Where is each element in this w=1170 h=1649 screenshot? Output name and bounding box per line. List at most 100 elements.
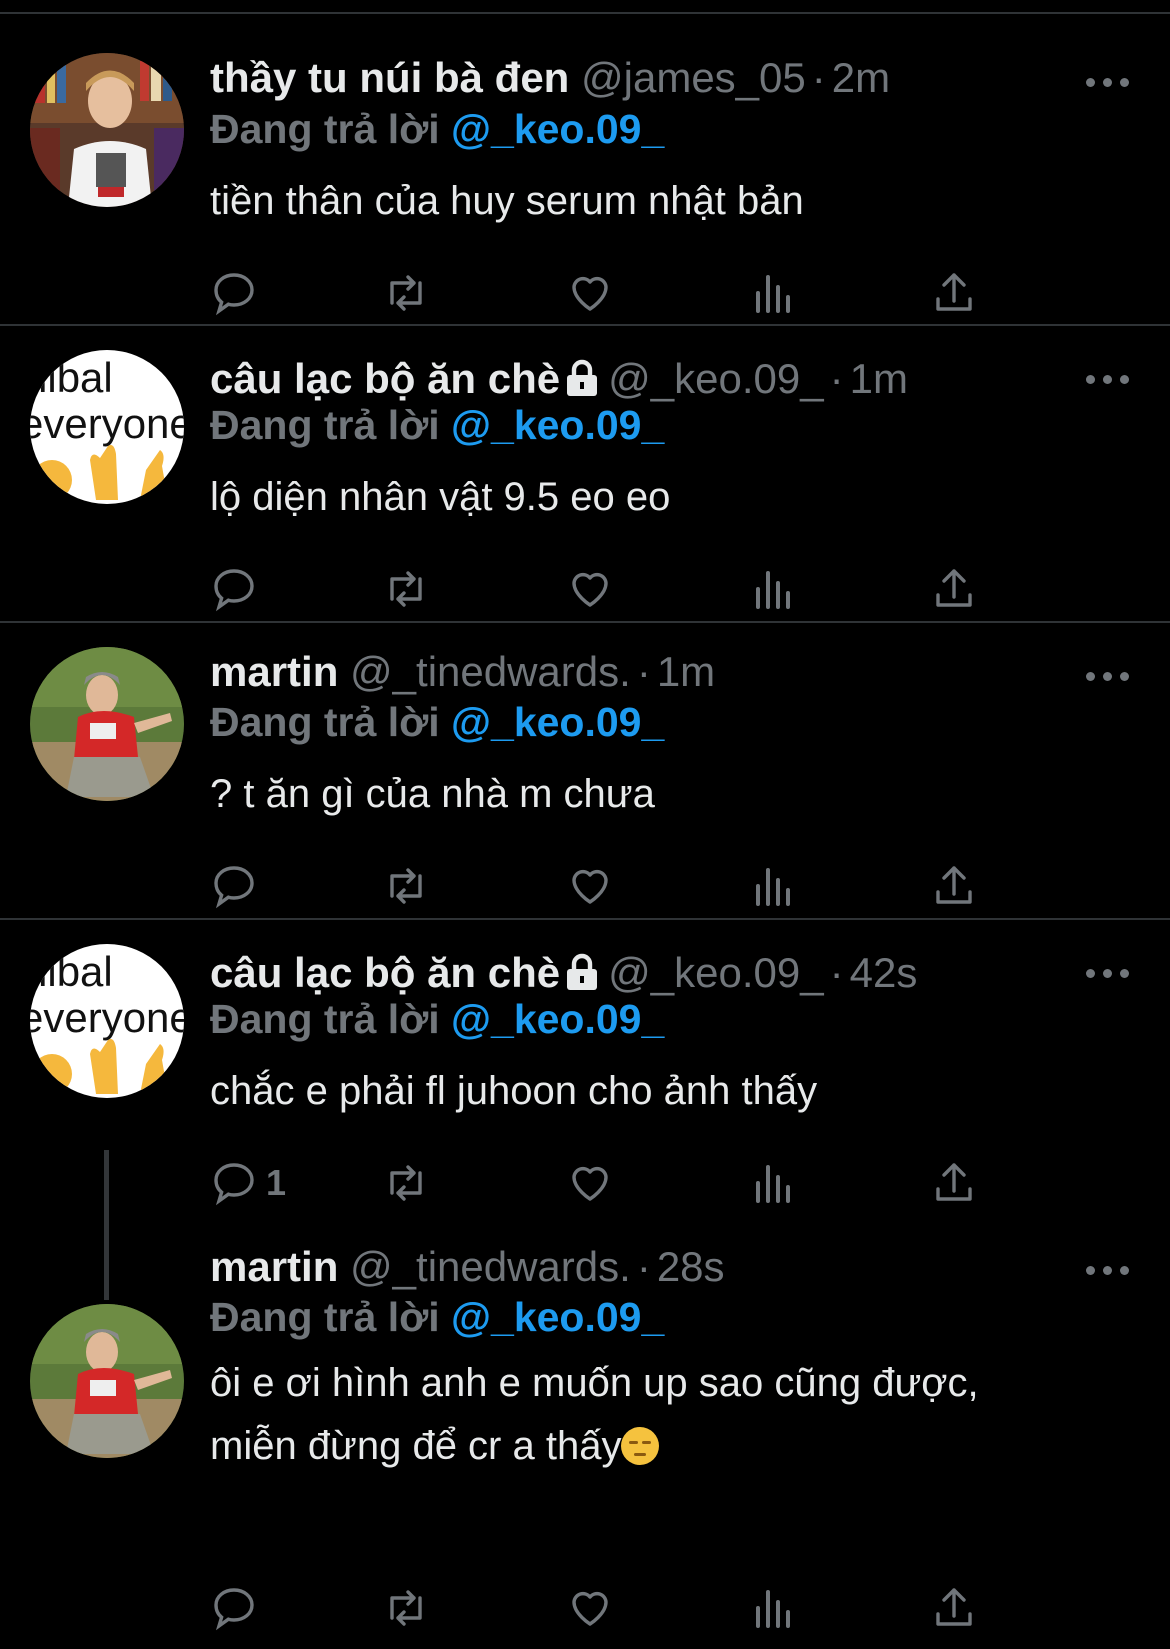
separator-dot: ·: [636, 1243, 651, 1290]
tweet-text: lộ diện nhân vật 9.5 eo eo: [210, 475, 671, 519]
replying-prefix: Đang trả lời: [210, 699, 440, 745]
svg-text:everyone: everyone: [30, 994, 184, 1041]
retweet-icon: [390, 275, 422, 311]
timestamp[interactable]: 28s: [657, 1243, 725, 1290]
views-icon: [756, 868, 790, 906]
share-icon: [936, 569, 972, 607]
like-button[interactable]: [566, 1158, 614, 1208]
mention-link[interactable]: @_keo.09_: [451, 699, 664, 745]
avatar[interactable]: nibal everyone: [30, 944, 184, 1098]
share-icon: [936, 1163, 972, 1201]
user-handle[interactable]: @james_05: [581, 54, 806, 101]
separator-dot: ·: [829, 949, 844, 996]
share-icon: [936, 273, 972, 311]
more-icon[interactable]: [1086, 1260, 1130, 1280]
replying-to: Đang trả lời @_keo.09_: [210, 400, 664, 450]
mention-link[interactable]: @_keo.09_: [451, 1294, 664, 1340]
reply-button[interactable]: [210, 268, 266, 318]
share-icon: [936, 1588, 972, 1626]
display-name[interactable]: câu lạc bộ ăn chè: [210, 355, 560, 402]
share-button[interactable]: [930, 564, 978, 614]
like-button[interactable]: [566, 564, 614, 614]
tweet-text-line: miễn đừng để cr a thấy: [210, 1415, 1130, 1478]
avatar-image: [30, 53, 184, 207]
user-handle[interactable]: @_tinedwards.: [350, 648, 631, 695]
views-icon: [756, 275, 790, 313]
display-name[interactable]: martin: [210, 1243, 338, 1290]
mention-link[interactable]: @_keo.09_: [451, 106, 664, 152]
share-button[interactable]: [930, 268, 978, 318]
reply-button[interactable]: [210, 564, 266, 614]
tweet-text: ? t ăn gì của nhà m chưa: [210, 772, 655, 816]
more-icon[interactable]: [1086, 666, 1130, 686]
replying-prefix: Đang trả lời: [210, 1294, 440, 1340]
avatar-image: [30, 1304, 184, 1458]
user-handle[interactable]: @_tinedwards.: [350, 1243, 631, 1290]
share-button[interactable]: [930, 1158, 978, 1208]
tweet[interactable]: martin @_tinedwards. · 1m Đang trả lời @_k…: [0, 623, 1170, 918]
reply-button[interactable]: [210, 861, 266, 911]
avatar-image: [30, 647, 184, 801]
replying-to: Đang trả lời @_keo.09_: [210, 697, 664, 747]
views-button[interactable]: [748, 564, 796, 614]
tweet[interactable]: nibal everyone câu lạc bộ ăn chè @_keo.09…: [0, 920, 1170, 1220]
views-button[interactable]: [748, 861, 796, 911]
reply-icon: [214, 273, 254, 316]
mention-link[interactable]: @_keo.09_: [451, 996, 664, 1042]
reply-icon: [214, 1163, 254, 1206]
tweet-header: martin @_tinedwards. · 28s: [210, 1242, 725, 1292]
timestamp[interactable]: 1m: [850, 355, 908, 402]
retweet-button[interactable]: [382, 1158, 430, 1208]
replying-prefix: Đang trả lời: [210, 402, 440, 448]
more-icon[interactable]: [1086, 72, 1130, 92]
like-button[interactable]: [566, 861, 614, 911]
more-icon[interactable]: [1086, 369, 1130, 389]
avatar-image: nibal everyone: [30, 944, 184, 1098]
separator-dot: ·: [829, 355, 844, 402]
tweet[interactable]: nibal everyone câu lạc bộ ăn chè @_keo.09…: [0, 326, 1170, 621]
tweet[interactable]: thầy tu núi bà đen @james_05 · 2m Đang trả…: [0, 0, 1170, 325]
replying-prefix: Đang trả lời: [210, 996, 440, 1042]
like-button[interactable]: [566, 268, 614, 318]
mention-link[interactable]: @_keo.09_: [451, 402, 664, 448]
avatar[interactable]: [30, 647, 184, 801]
retweet-button[interactable]: [382, 861, 430, 911]
replying-to: Đang trả lời @_keo.09_: [210, 104, 664, 154]
reply-count: 1: [266, 1162, 287, 1203]
views-button[interactable]: [748, 1583, 796, 1633]
views-button[interactable]: [748, 268, 796, 318]
display-name[interactable]: thầy tu núi bà đen: [210, 54, 569, 101]
avatar[interactable]: [30, 53, 184, 207]
tweet-header: câu lạc bộ ăn chè @_keo.09_ · 42s: [210, 948, 917, 998]
reply-icon: [214, 569, 254, 612]
separator-dot: ·: [811, 54, 826, 101]
tweet[interactable]: martin @_tinedwards. · 28s Đang trả lời @_…: [0, 1220, 1170, 1649]
views-icon: [756, 1590, 790, 1628]
timestamp[interactable]: 2m: [832, 54, 890, 101]
reply-button[interactable]: 1: [210, 1158, 286, 1208]
separator-dot: ·: [636, 648, 651, 695]
display-name[interactable]: câu lạc bộ ăn chè: [210, 949, 560, 996]
reply-icon: [214, 1588, 254, 1631]
pensive-emoji: [621, 1427, 660, 1465]
avatar[interactable]: nibal everyone: [30, 350, 184, 504]
share-button[interactable]: [930, 1583, 978, 1633]
like-button[interactable]: [566, 1583, 614, 1633]
timestamp[interactable]: 1m: [657, 648, 715, 695]
avatar[interactable]: [30, 1304, 184, 1458]
like-icon: [572, 276, 608, 311]
reply-button[interactable]: [210, 1583, 266, 1633]
display-name[interactable]: martin: [210, 648, 338, 695]
retweet-icon: [390, 571, 422, 607]
user-handle[interactable]: @_keo.09_: [608, 949, 823, 996]
more-icon[interactable]: [1086, 963, 1130, 983]
timestamp[interactable]: 42s: [850, 949, 918, 996]
retweet-button[interactable]: [382, 1583, 430, 1633]
retweet-button[interactable]: [382, 564, 430, 614]
share-button[interactable]: [930, 861, 978, 911]
share-icon: [936, 866, 972, 904]
svg-text:nibal: nibal: [30, 948, 113, 995]
user-handle[interactable]: @_keo.09_: [608, 355, 823, 402]
views-button[interactable]: [748, 1158, 796, 1208]
retweet-button[interactable]: [382, 268, 430, 318]
